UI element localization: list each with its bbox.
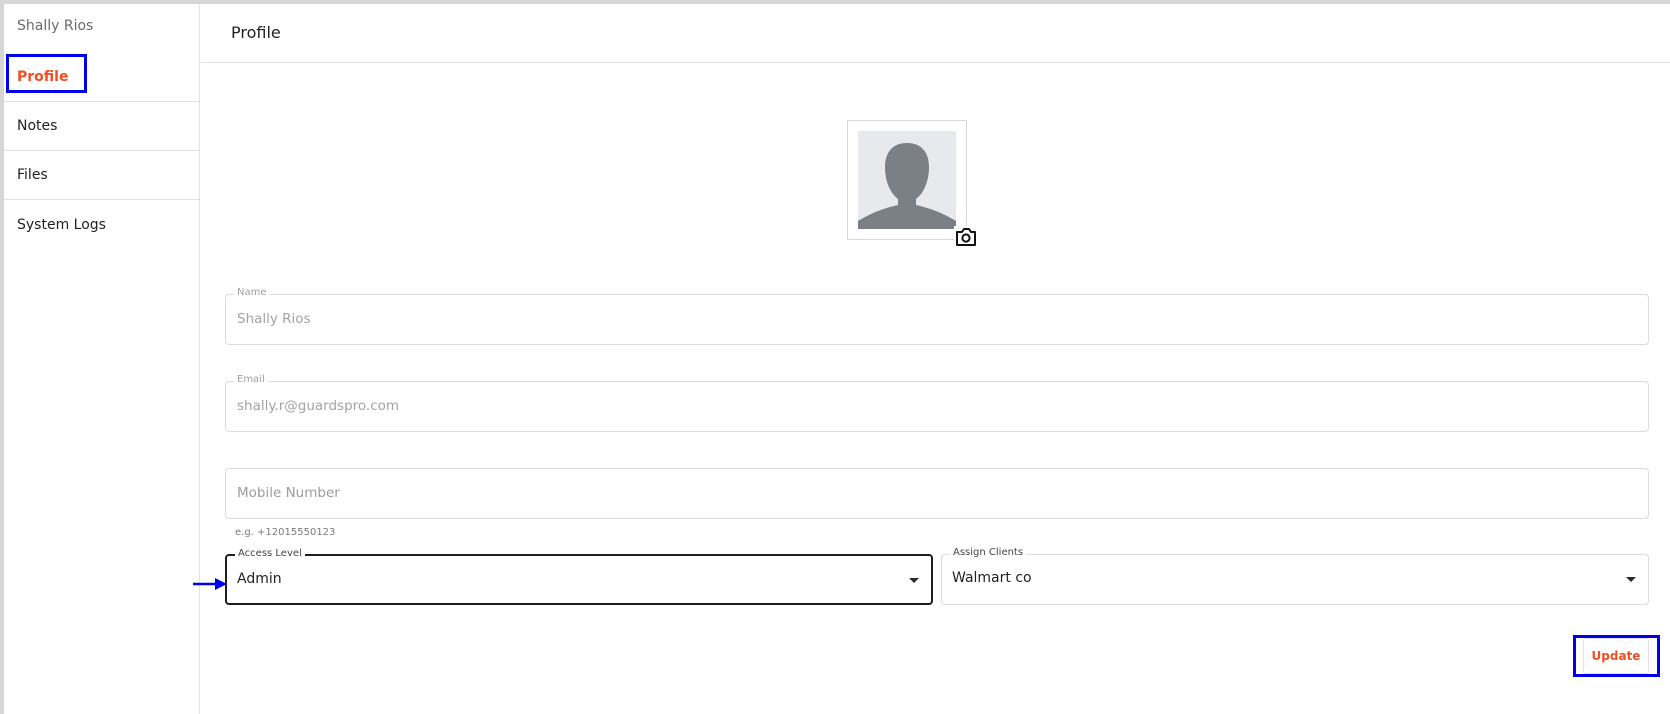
pointer-arrow-icon <box>193 578 227 590</box>
sidebar-item-label: Files <box>17 167 48 183</box>
sidebar-item-system-logs[interactable]: System Logs <box>4 200 200 249</box>
email-field[interactable]: Email shally.r@guardspro.com <box>225 373 1649 432</box>
sidebar-item-label: Profile <box>17 69 69 85</box>
access-level-label: Access Level <box>235 547 305 561</box>
mobile-number-field[interactable]: Mobile Number <box>225 468 1649 519</box>
page-title: Profile <box>231 23 281 42</box>
sidebar-item-label: System Logs <box>17 216 106 233</box>
chevron-down-icon <box>1626 577 1636 582</box>
page-header: Profile <box>201 4 1670 63</box>
update-button[interactable]: Update <box>1583 638 1649 674</box>
mobile-number-placeholder: Mobile Number <box>237 485 340 501</box>
sidebar-item-profile[interactable]: Profile <box>4 53 200 102</box>
email-field-label: Email <box>234 373 268 387</box>
name-field-value: Shally Rios <box>237 311 311 327</box>
avatar[interactable] <box>847 120 967 240</box>
sidebar-user-name: Shally Rios <box>17 18 94 34</box>
assign-clients-label: Assign Clients <box>950 546 1027 560</box>
name-field[interactable]: Name Shally Rios <box>225 286 1649 345</box>
sidebar-item-notes[interactable]: Notes <box>4 102 200 151</box>
sidebar-item-files[interactable]: Files <box>4 151 200 200</box>
access-level-select[interactable]: Access Level Admin <box>225 547 933 605</box>
mobile-number-helper-text: e.g. +12015550123 <box>235 527 336 538</box>
main-content: Profile Name Shally Rios Email shally.r@… <box>201 4 1670 714</box>
chevron-down-icon <box>909 578 919 583</box>
camera-icon[interactable] <box>954 226 978 248</box>
sidebar-item-label: Notes <box>17 118 58 134</box>
email-field-value: shally.r@guardspro.com <box>237 398 400 414</box>
assign-clients-select[interactable]: Assign Clients Walmart co <box>941 546 1649 605</box>
access-level-value: Admin <box>237 571 282 587</box>
person-silhouette-icon <box>858 131 956 229</box>
sidebar: Shally Rios Profile Notes Files System L… <box>4 4 200 714</box>
assign-clients-value: Walmart co <box>952 570 1032 586</box>
name-field-label: Name <box>234 286 270 300</box>
